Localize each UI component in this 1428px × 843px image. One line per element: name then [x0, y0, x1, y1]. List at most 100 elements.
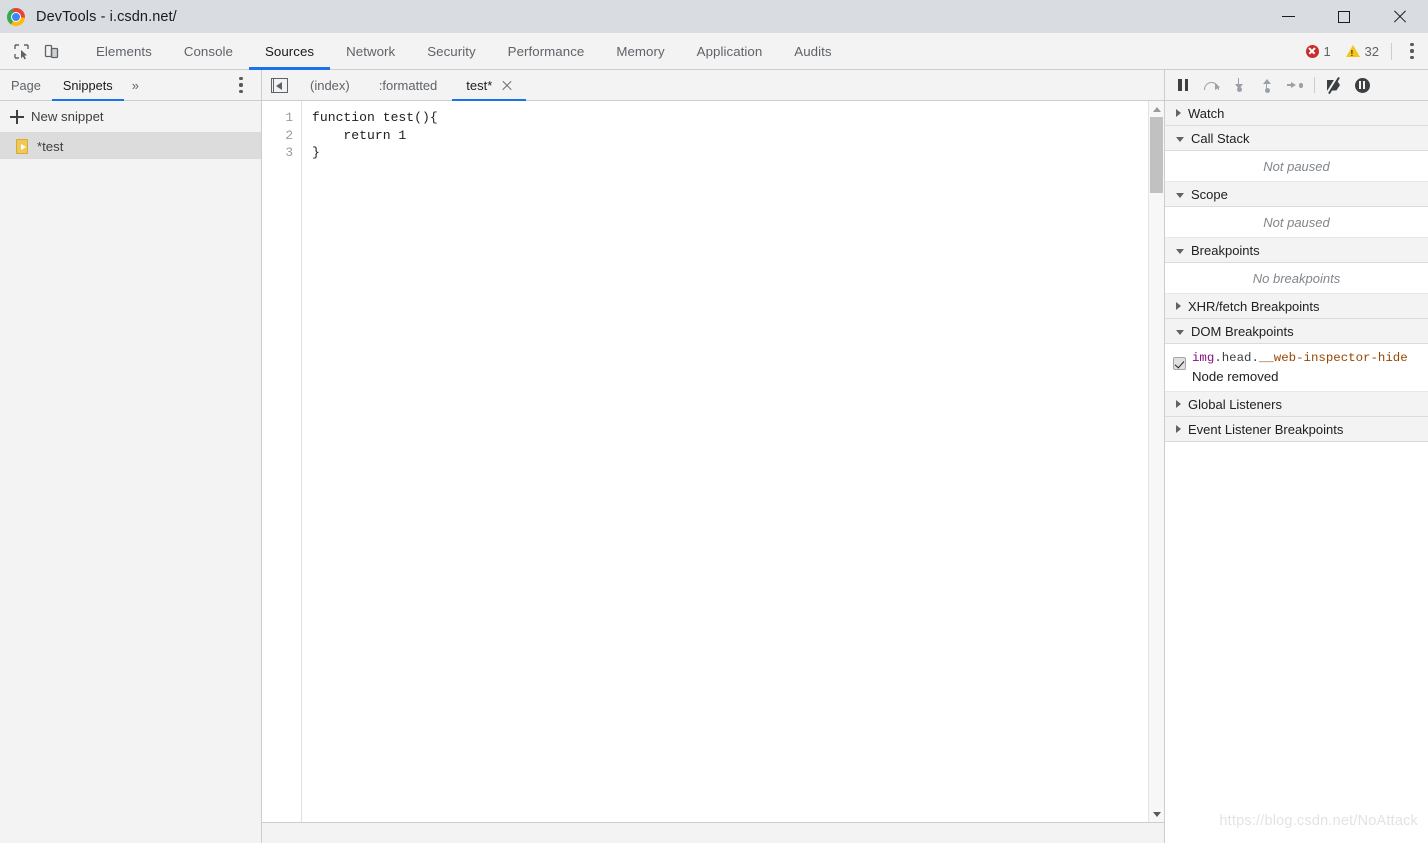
device-toolbar-icon — [44, 44, 58, 58]
minimize-icon — [1281, 16, 1295, 17]
tab-elements[interactable]: Elements — [80, 33, 168, 69]
navigator-content: New snippet *test — [0, 101, 261, 843]
snippet-name: *test — [37, 138, 64, 154]
tab-memory[interactable]: Memory — [600, 33, 680, 69]
step-icon — [1287, 80, 1303, 90]
inspect-element-button[interactable] — [7, 37, 35, 65]
navigator-tabbar: Page Snippets » — [0, 70, 261, 101]
editor-tab-test[interactable]: test* — [452, 70, 528, 101]
scroll-up-button[interactable] — [1149, 101, 1165, 117]
chevron-right-icon — [1176, 302, 1181, 310]
selector-tag: img — [1192, 351, 1215, 365]
selector-separator: . — [1251, 351, 1259, 365]
editor-tab-label: (index) — [310, 77, 350, 93]
section-watch[interactable]: Watch — [1165, 101, 1428, 126]
section-title: Breakpoints — [1191, 242, 1260, 258]
debugger-toolbar — [1165, 70, 1428, 101]
tab-application[interactable]: Application — [681, 33, 779, 69]
section-xhr-fetch-breakpoints[interactable]: XHR/fetch Breakpoints — [1165, 294, 1428, 319]
scrollbar-thumb[interactable] — [1149, 117, 1163, 193]
section-global-listeners[interactable]: Global Listeners — [1165, 392, 1428, 417]
nav-tab-snippets[interactable]: Snippets — [51, 70, 124, 101]
section-scope[interactable]: Scope — [1165, 182, 1428, 207]
code-line: function test(){ — [312, 110, 438, 125]
navigator-empty-space — [0, 159, 261, 843]
scroll-down-arrow-icon — [1152, 811, 1161, 817]
step-into-icon — [1233, 78, 1246, 92]
new-snippet-button[interactable]: New snippet — [0, 101, 261, 133]
collapse-navigator-button[interactable] — [262, 70, 296, 100]
error-circle-icon — [1305, 44, 1319, 58]
pause-on-exceptions-button[interactable] — [1348, 72, 1376, 98]
chevron-down-icon — [1176, 248, 1184, 254]
devtools-main-menu-button[interactable] — [1400, 37, 1424, 65]
step-button[interactable] — [1281, 72, 1309, 98]
editor-tab-index[interactable]: (index) — [296, 70, 365, 100]
devtools-toolbar: Elements Console Sources Network Securit… — [0, 33, 1428, 70]
editor-vertical-scrollbar[interactable] — [1148, 101, 1164, 822]
new-snippet-label: New snippet — [31, 109, 104, 124]
editor-tab-label: test* — [466, 77, 493, 93]
dom-breakpoint-checkbox[interactable] — [1173, 357, 1186, 370]
chevron-double-right-icon[interactable]: » — [124, 70, 147, 100]
section-dom-breakpoints[interactable]: DOM Breakpoints — [1165, 319, 1428, 344]
section-call-stack[interactable]: Call Stack — [1165, 126, 1428, 151]
navigator-pane: Page Snippets » New snippet *test — [0, 70, 262, 843]
navigator-menu-button[interactable] — [229, 70, 261, 100]
section-title: XHR/fetch Breakpoints — [1188, 298, 1320, 314]
scope-empty-message: Not paused — [1165, 207, 1428, 238]
editor-tab-label: :formatted — [378, 77, 438, 93]
step-out-button[interactable] — [1253, 72, 1281, 98]
resume-pause-button[interactable] — [1169, 72, 1197, 98]
section-breakpoints[interactable]: Breakpoints — [1165, 238, 1428, 263]
step-over-icon — [1203, 79, 1220, 92]
section-title: Global Listeners — [1188, 396, 1282, 412]
tab-performance[interactable]: Performance — [492, 33, 601, 69]
debugger-divider — [1314, 77, 1315, 93]
close-button[interactable] — [1372, 0, 1428, 33]
scroll-down-button[interactable] — [1149, 806, 1165, 822]
toolbar-icon-group — [0, 33, 80, 69]
section-event-listener-breakpoints[interactable]: Event Listener Breakpoints — [1165, 417, 1428, 442]
maximize-icon — [1338, 10, 1350, 23]
dom-breakpoint-item[interactable]: img.head.__web-inspector-hide Node remov… — [1165, 344, 1428, 392]
code-editor[interactable]: 1 2 3 function test(){ return 1 } — [262, 101, 1164, 822]
chevron-right-icon — [1176, 425, 1181, 433]
tab-audits[interactable]: Audits — [778, 33, 847, 69]
line-number: 2 — [285, 127, 293, 143]
tab-security[interactable]: Security — [411, 33, 491, 69]
pause-on-exceptions-icon — [1354, 77, 1370, 93]
chevron-down-icon — [1176, 136, 1184, 142]
deactivate-breakpoints-icon — [1325, 76, 1343, 94]
snippet-list-item[interactable]: *test — [0, 133, 261, 159]
device-toolbar-button[interactable] — [37, 37, 65, 65]
warning-count: 32 — [1364, 43, 1379, 59]
line-number: 3 — [285, 145, 293, 161]
tab-console[interactable]: Console — [168, 33, 249, 69]
close-tab-icon[interactable] — [501, 80, 512, 91]
call-stack-empty-message: Not paused — [1165, 151, 1428, 182]
editor-tab-formatted[interactable]: :formatted — [365, 70, 453, 100]
step-over-button[interactable] — [1197, 72, 1225, 98]
section-title: DOM Breakpoints — [1191, 323, 1294, 339]
tab-network[interactable]: Network — [330, 33, 411, 69]
step-into-button[interactable] — [1225, 72, 1253, 98]
minimize-button[interactable] — [1260, 0, 1316, 33]
dom-breakpoint-text: img.head.__web-inspector-hide Node remov… — [1192, 348, 1408, 386]
selector-class: __web-inspector-hide — [1258, 351, 1408, 365]
scrollbar-track[interactable] — [1149, 117, 1165, 806]
toolbar-divider-2 — [1391, 42, 1392, 60]
chevron-right-icon — [1176, 109, 1181, 117]
code-content[interactable]: function test(){ return 1 } — [302, 101, 1148, 822]
error-warning-counter[interactable]: 1 32 — [1305, 43, 1379, 59]
selector-separator: . — [1214, 351, 1222, 365]
editor-tabbar: (index) :formatted test* — [262, 70, 1164, 101]
deactivate-breakpoints-button[interactable] — [1320, 72, 1348, 98]
section-title: Event Listener Breakpoints — [1188, 421, 1344, 437]
maximize-button[interactable] — [1316, 0, 1372, 33]
nav-tab-page[interactable]: Page — [0, 70, 52, 100]
warning-triangle-icon — [1345, 45, 1360, 58]
step-out-icon — [1261, 78, 1274, 93]
devtools-body: Page Snippets » New snippet *test (index… — [0, 70, 1428, 843]
tab-sources[interactable]: Sources — [248, 33, 331, 70]
